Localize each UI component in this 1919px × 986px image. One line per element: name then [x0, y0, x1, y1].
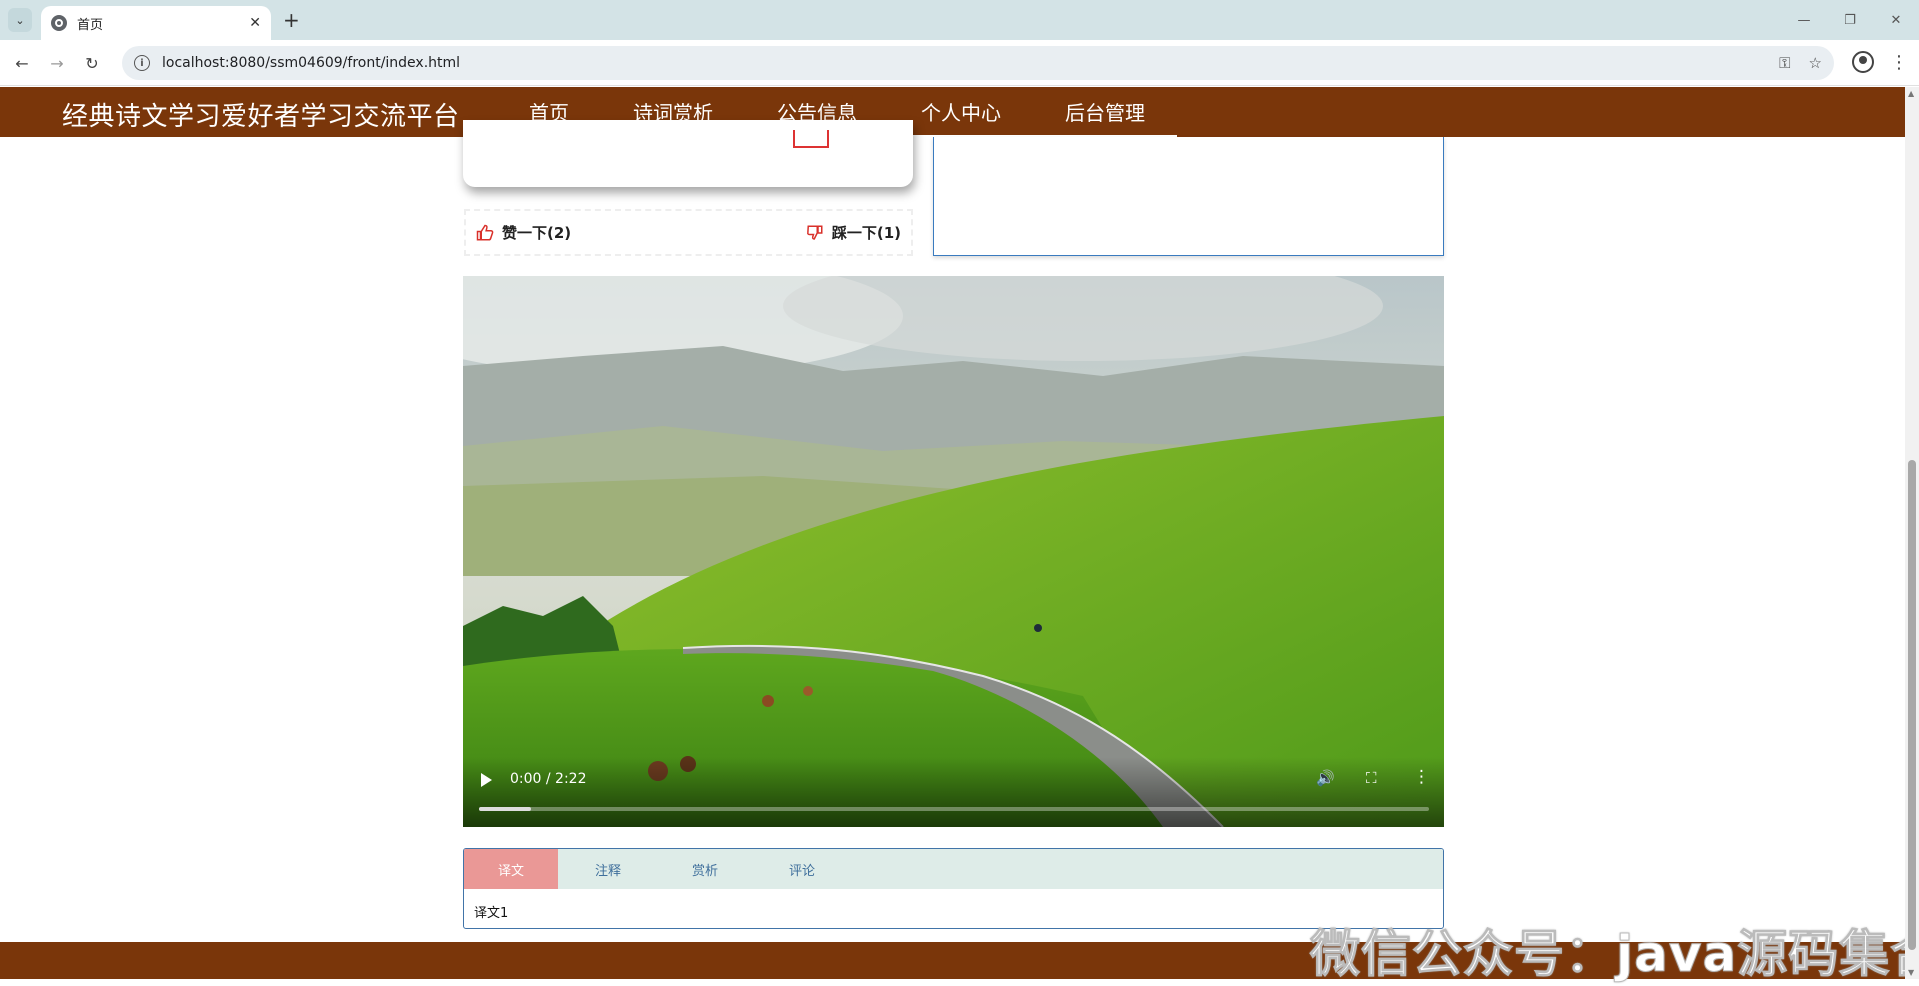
profile-icon[interactable] — [1852, 51, 1874, 73]
scroll-up-icon[interactable]: ▲ — [1908, 89, 1914, 98]
thumbs-up-icon — [476, 224, 494, 240]
password-key-icon[interactable]: ⚿ — [1779, 54, 1790, 72]
poem-info-panel — [933, 137, 1444, 256]
tab-close-icon[interactable]: ✕ — [249, 15, 261, 31]
tab-appreciation[interactable]: 赏析 — [658, 849, 752, 889]
reload-icon[interactable]: ↻ — [80, 51, 104, 75]
site-info-icon[interactable]: i — [134, 55, 150, 71]
restore-icon[interactable]: ❐ — [1827, 0, 1873, 40]
address-bar[interactable]: i localhost:8080/ssm04609/front/index.ht… — [122, 46, 1834, 80]
video-time: 0:00 / 2:22 — [510, 771, 587, 787]
tab-annotation[interactable]: 注释 — [561, 849, 655, 889]
minimize-icon[interactable]: — — [1781, 0, 1827, 40]
browser-tab[interactable]: 首页 ✕ — [41, 6, 271, 40]
close-window-icon[interactable]: ✕ — [1873, 0, 1919, 40]
vote-bar: 赞一下(2) 踩一下(1) — [464, 209, 913, 256]
wechat-watermark: 微信公众号：java源码集合 — [1309, 925, 1919, 984]
poem-detail-tabs: 译文 注释 赏析 评论 译文1 — [463, 848, 1444, 929]
poem-image-card — [463, 120, 913, 187]
site-brand: 经典诗文学习爱好者学习交流平台 — [62, 102, 460, 132]
browser-tabstrip: ⌄ 首页 ✕ + — ❐ ✕ — [0, 0, 1919, 40]
browser-toolbar: ← → ↻ i localhost:8080/ssm04609/front/in… — [0, 40, 1919, 86]
volume-icon[interactable]: 🔊 — [1316, 769, 1335, 787]
nav-admin[interactable]: 后台管理 — [1033, 87, 1177, 137]
globe-icon — [51, 15, 67, 31]
forward-icon[interactable]: → — [45, 51, 69, 75]
fullscreen-icon[interactable]: ⛶ — [1366, 769, 1377, 787]
scrollbar-thumb[interactable] — [1908, 460, 1916, 950]
play-icon[interactable] — [481, 773, 492, 787]
thumbs-down-icon — [806, 225, 823, 240]
seal-stamp-image — [793, 130, 829, 148]
tab-translation[interactable]: 译文 — [464, 849, 558, 889]
landscape-video-frame — [463, 276, 1444, 827]
chevron-down-icon[interactable]: ⌄ — [8, 8, 32, 32]
dislike-button[interactable]: 踩一下(1) — [806, 222, 901, 243]
new-tab-button[interactable]: + — [283, 8, 300, 32]
browser-menu-icon[interactable]: ⋮ — [1890, 52, 1908, 73]
url-text[interactable]: localhost:8080/ssm04609/front/index.html — [162, 55, 1761, 71]
tab-title: 首页 — [77, 17, 104, 33]
tab-content: 译文1 — [474, 906, 509, 921]
video-player[interactable]: 0:00 / 2:22 🔊 ⛶ ⋮ — [463, 276, 1444, 827]
dislike-label: 踩一下(1) — [831, 224, 901, 242]
site-header: 经典诗文学习爱好者学习交流平台 首页 诗词赏析 公告信息 个人中心 后台管理 — [0, 87, 1905, 137]
back-icon[interactable]: ← — [10, 51, 34, 75]
tab-comments[interactable]: 评论 — [755, 849, 849, 889]
like-button[interactable]: 赞一下(2) — [476, 222, 571, 243]
more-options-icon[interactable]: ⋮ — [1413, 767, 1430, 787]
video-progress-track[interactable] — [479, 807, 1429, 811]
window-controls: — ❐ ✕ — [1781, 0, 1919, 40]
page-scrollbar[interactable]: ▲ ▼ — [1905, 87, 1919, 979]
video-controls: 0:00 / 2:22 🔊 ⛶ ⋮ — [463, 757, 1444, 827]
video-buffered-bar — [479, 807, 532, 811]
like-label: 赞一下(2) — [502, 224, 572, 242]
scroll-down-icon[interactable]: ▼ — [1908, 968, 1914, 977]
tab-bar: 译文 注释 赏析 评论 — [464, 849, 1443, 889]
bookmark-star-icon[interactable]: ☆ — [1809, 54, 1822, 72]
